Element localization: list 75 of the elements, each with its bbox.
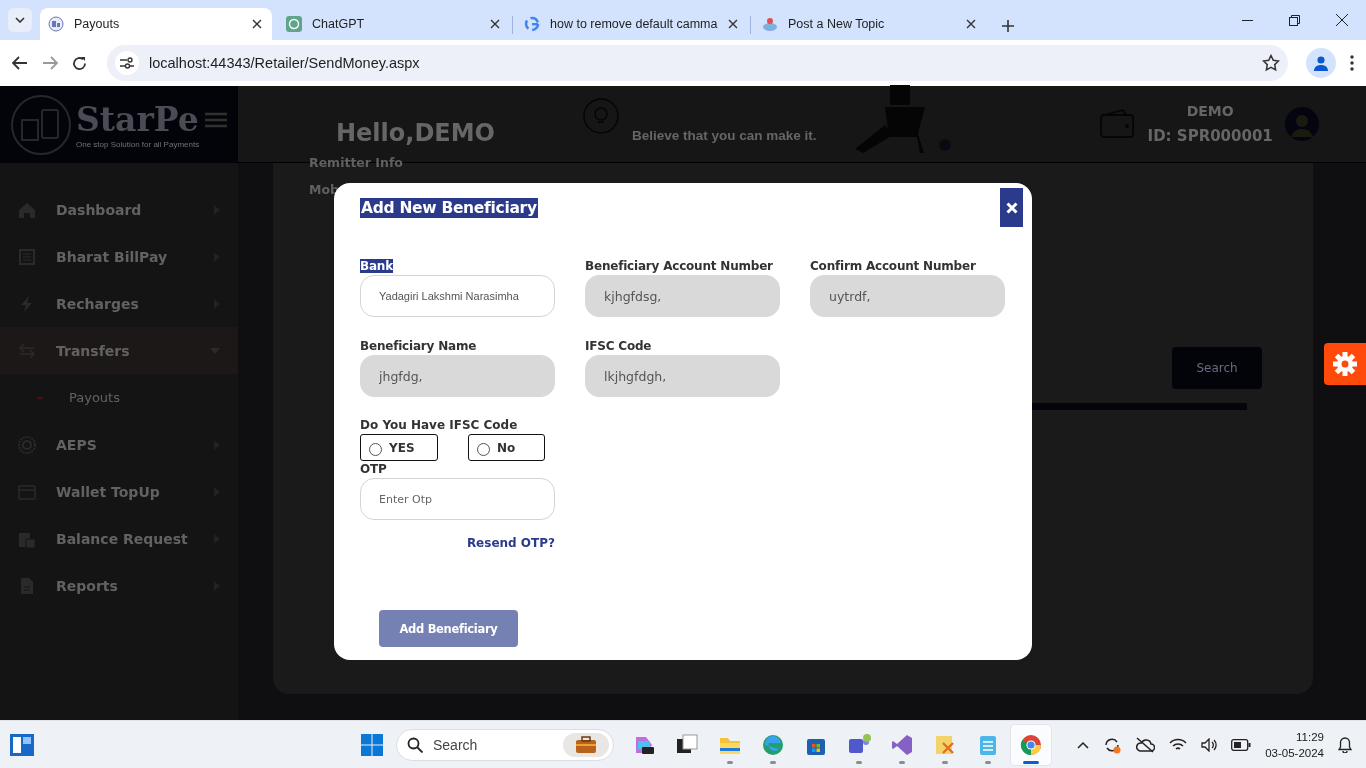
section-title: Remitter Info xyxy=(309,155,404,170)
site-settings-icon[interactable] xyxy=(120,57,134,69)
address-bar[interactable]: localhost:44343/Retailer/SendMoney.aspx xyxy=(107,45,1288,81)
back-icon[interactable] xyxy=(12,56,28,70)
browser-tab[interactable]: ChatGPT xyxy=(278,8,510,40)
sidebar-item[interactable]: Dashboard xyxy=(0,186,238,233)
sidebar-item[interactable]: Reports xyxy=(0,562,238,609)
field-label: Beneficiary Name xyxy=(360,339,477,353)
star-icon[interactable] xyxy=(1262,54,1280,72)
sidebar-subitem[interactable]: Payouts xyxy=(0,374,238,421)
page-icon xyxy=(48,16,64,32)
clock[interactable]: 11:29 03-05-2024 xyxy=(1265,728,1324,761)
resend-link[interactable]: Resend OTP? xyxy=(466,536,555,550)
close-icon[interactable] xyxy=(252,19,262,29)
logo-tagline: One stop Solution for all Payments xyxy=(76,140,200,149)
battery-icon[interactable] xyxy=(1231,738,1252,751)
greeting: Hello,DEMO xyxy=(336,119,497,147)
modal-title: Add New Beneficiary xyxy=(360,198,538,218)
browser-tab[interactable]: how to remove default camma xyxy=(516,8,748,40)
sidebar-item[interactable]: Transfers xyxy=(0,327,238,374)
input-field[interactable]: Yadagiri Lakshmi Narasimha xyxy=(360,275,555,317)
chevron-down-icon xyxy=(15,17,25,23)
widgets-icon[interactable] xyxy=(10,733,34,756)
close-icon[interactable] xyxy=(490,19,500,29)
browser-tab[interactable]: Payouts xyxy=(40,8,272,40)
volume-icon[interactable] xyxy=(1201,737,1218,752)
settings-button[interactable] xyxy=(1324,343,1366,385)
field-label: Beneficiary Account Number xyxy=(585,259,773,273)
new-tab-icon[interactable] xyxy=(1002,20,1014,32)
wifi-icon[interactable] xyxy=(1169,737,1188,752)
field-label: OTP xyxy=(360,462,387,476)
visual-studio-icon xyxy=(889,732,914,757)
profile-icon[interactable] xyxy=(1313,55,1329,71)
add-beneficiary-button[interactable]: Add Beneficiary xyxy=(379,610,518,647)
sidebar-item[interactable]: Balance Request xyxy=(0,515,238,562)
logo-text: StarPe xyxy=(76,100,200,140)
forum-icon xyxy=(762,16,778,32)
tip-text: Believe that you can make it. xyxy=(632,127,817,143)
close-icon[interactable] xyxy=(728,19,738,29)
start-icon[interactable] xyxy=(361,733,383,756)
radio-option[interactable]: YES xyxy=(360,434,438,461)
radio-option[interactable]: No xyxy=(468,434,545,461)
question-label: Do You Have IFSC Code xyxy=(360,418,519,432)
close-icon[interactable] xyxy=(966,19,976,29)
notification-icon[interactable] xyxy=(1338,736,1352,753)
chrome-icon xyxy=(1018,732,1043,757)
briefcase-icon xyxy=(575,735,597,754)
close-icon[interactable] xyxy=(1336,14,1348,26)
field-label: IFSC Code xyxy=(585,339,652,353)
input-field[interactable]: Enter Otp xyxy=(360,478,555,520)
field-label: Confirm Account Number xyxy=(810,259,976,273)
field-label: Bank xyxy=(360,259,393,273)
reload-icon[interactable] xyxy=(72,55,87,71)
user-id: ID: SPR000001 xyxy=(1147,127,1273,145)
search-button[interactable]: Search xyxy=(1172,347,1262,389)
close-icon xyxy=(1005,201,1018,214)
edge-icon xyxy=(760,732,785,757)
taskbar-search-field[interactable]: Search xyxy=(396,728,614,761)
sidebar-item[interactable]: Bharat BillPay xyxy=(0,233,238,280)
forward-icon[interactable] xyxy=(42,56,58,70)
logo-icon xyxy=(10,93,72,156)
search-icon xyxy=(407,736,423,753)
close-button[interactable] xyxy=(1000,188,1023,227)
settings-icon xyxy=(1332,351,1358,377)
chevron-up-icon[interactable] xyxy=(1077,740,1090,749)
tab-search-button[interactable] xyxy=(8,8,32,32)
browser-tab[interactable]: Post a New Topic xyxy=(754,8,986,40)
chat-logo-icon xyxy=(286,16,302,32)
sidebar-item[interactable]: AEPS xyxy=(0,421,238,468)
cloud-off-icon[interactable] xyxy=(1135,736,1156,753)
sidebar-item[interactable]: Wallet TopUp xyxy=(0,468,238,515)
sidebar-item[interactable]: Recharges xyxy=(0,280,238,327)
menu-icon[interactable] xyxy=(1350,55,1354,71)
restore-icon[interactable] xyxy=(1289,14,1300,26)
user-name: DEMO xyxy=(1186,103,1234,119)
